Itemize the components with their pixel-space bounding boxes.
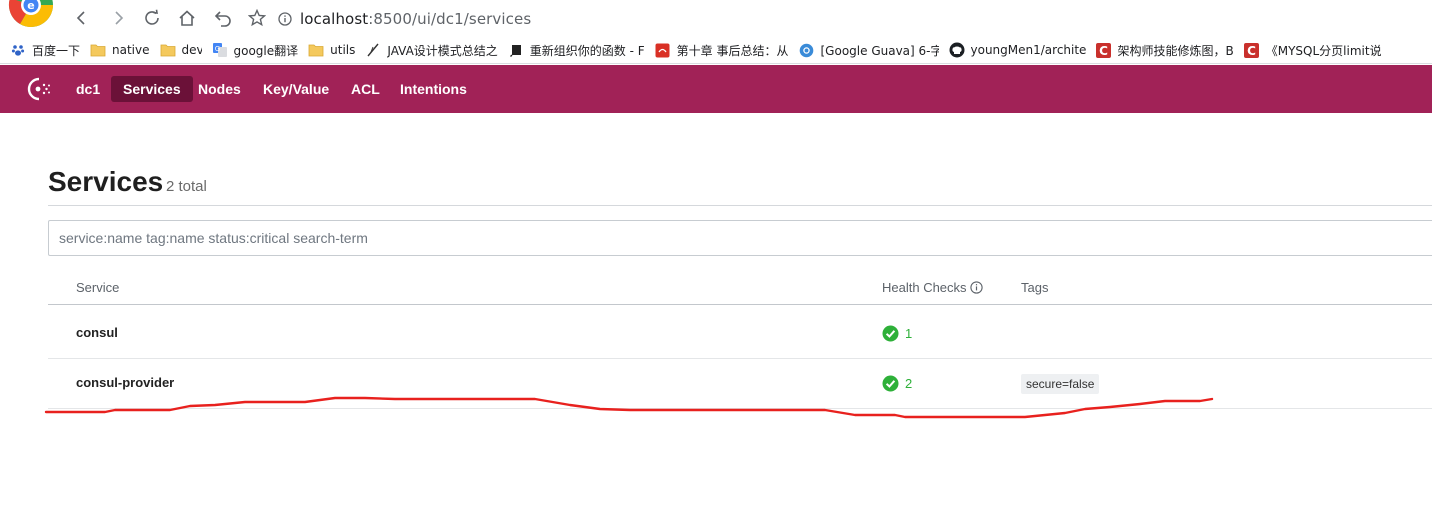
bookmark-label: utils — [330, 43, 356, 57]
translate-icon: G — [212, 42, 228, 58]
bookmark-item[interactable]: native — [90, 42, 150, 58]
datacenter-selector[interactable]: dc1 — [64, 76, 112, 102]
app-navbar: dc1 Services Nodes Key/Value ACL Intenti… — [0, 65, 1432, 113]
info-icon[interactable] — [276, 10, 294, 28]
bookmark-label: 《MYSQL分页limit说 — [1265, 43, 1381, 58]
nav-services[interactable]: Services — [111, 76, 193, 102]
gear-blue-icon — [799, 42, 815, 58]
column-header-health: Health Checks — [882, 280, 983, 295]
bookmark-item[interactable]: Ggoogle翻译 — [212, 42, 299, 59]
bookmarks-bar: 百度一下 native dev Ggoogle翻译 utils JAVA设计模式总结之 重新… — [0, 37, 1432, 63]
chevron-right-icon — [115, 11, 124, 25]
bookmark-item[interactable]: [Google Guava] 6-字 — [799, 42, 939, 59]
book-icon — [508, 42, 524, 58]
service-tag: secure=false — [1021, 374, 1100, 394]
undo-icon — [214, 11, 231, 27]
red-book-icon — [655, 42, 671, 58]
chevron-left-icon — [76, 11, 85, 25]
passing-count: 2 — [905, 376, 913, 391]
nav-intentions[interactable]: Intentions — [388, 76, 479, 102]
browser-chrome: e localhost:8500/ui/dc1/services 百度一下 nat… — [0, 0, 1432, 64]
title-divider — [48, 205, 1432, 206]
bookmark-label: 架构师技能修炼图，B — [1117, 43, 1234, 58]
bookmark-label: 重新组织你的函数 - F — [529, 43, 645, 58]
table-header-divider — [48, 304, 1432, 305]
address-bar[interactable]: localhost:8500/ui/dc1/services — [276, 5, 1432, 33]
health-header-label: Health Checks — [882, 280, 967, 295]
bookmark-label: [Google Guava] 6-字 — [820, 43, 939, 58]
passing-count: 1 — [905, 326, 913, 341]
home-icon — [179, 10, 195, 26]
column-header-service: Service — [76, 280, 120, 295]
browser-logo-icon: e — [8, 0, 53, 27]
home-button[interactable] — [175, 6, 199, 30]
reload-icon — [145, 9, 159, 25]
forward-button[interactable] — [106, 6, 130, 30]
url-host: localhost — [300, 10, 369, 28]
star-icon — [248, 9, 266, 27]
back-button[interactable] — [70, 6, 94, 30]
health-checks-passing[interactable]: 2 — [882, 375, 912, 392]
check-circle-icon — [882, 325, 899, 342]
service-link-consul[interactable]: consul — [76, 325, 118, 340]
row-divider — [48, 408, 1432, 409]
csdn-icon: C — [1096, 42, 1112, 58]
consul-logo-icon[interactable] — [24, 76, 52, 102]
folder-icon — [160, 42, 176, 58]
url-text[interactable]: localhost:8500/ui/dc1/services — [300, 10, 531, 28]
github-icon — [949, 42, 965, 58]
bookmark-label: youngMen1/archite — [970, 43, 1086, 57]
bookmark-item[interactable]: JAVA设计模式总结之 — [365, 42, 498, 59]
svg-text:e: e — [27, 0, 34, 12]
bookmark-item[interactable]: utils — [308, 42, 355, 58]
bookmark-item[interactable]: youngMen1/archite — [949, 42, 1086, 58]
quill-icon — [365, 42, 381, 58]
svg-text:G: G — [214, 45, 219, 53]
svg-text:C: C — [1099, 44, 1108, 58]
nav-key-value[interactable]: Key/Value — [251, 76, 341, 102]
reload-button[interactable] — [140, 6, 164, 30]
bookmark-label: google翻译 — [233, 43, 299, 58]
folder-icon — [308, 42, 324, 58]
bookmark-star-button[interactable] — [245, 6, 269, 30]
bookmark-label: JAVA设计模式总结之 — [387, 43, 498, 58]
column-header-tags: Tags — [1021, 280, 1049, 295]
bookmark-label: dev — [181, 43, 202, 57]
check-circle-icon — [882, 375, 899, 392]
url-path: :8500/ui/dc1/services — [368, 10, 532, 28]
paw-icon — [10, 42, 26, 58]
bookmark-item[interactable]: 重新组织你的函数 - F — [508, 42, 645, 59]
service-link-consul-provider[interactable]: consul-provider — [76, 375, 174, 390]
bookmark-label: 第十章 事后总结：从 — [676, 43, 789, 58]
undo-button[interactable] — [211, 6, 235, 30]
folder-icon — [90, 42, 106, 58]
page-title: Services — [48, 166, 164, 197]
info-icon[interactable] — [969, 281, 983, 294]
service-count: 2 total — [166, 178, 207, 195]
nav-acl[interactable]: ACL — [339, 76, 392, 102]
bookmark-item[interactable]: C 《MYSQL分页limit说 — [1244, 42, 1381, 59]
bookmark-item[interactable]: C 架构师技能修炼图，B — [1096, 42, 1234, 59]
nav-nodes[interactable]: Nodes — [186, 76, 253, 102]
bookmark-label: native — [112, 43, 150, 57]
bookmark-item[interactable]: dev — [160, 42, 202, 58]
red-underline-annotation — [44, 396, 1214, 419]
health-checks-passing[interactable]: 1 — [882, 325, 912, 342]
search-input[interactable] — [48, 220, 1432, 256]
row-divider — [48, 358, 1432, 359]
svg-text:C: C — [1247, 44, 1256, 58]
bookmark-item[interactable]: 第十章 事后总结：从 — [655, 42, 789, 59]
csdn-icon: C — [1244, 42, 1260, 58]
bookmark-label: 百度一下 — [32, 43, 81, 58]
bookmark-item[interactable]: 百度一下 — [10, 42, 80, 59]
